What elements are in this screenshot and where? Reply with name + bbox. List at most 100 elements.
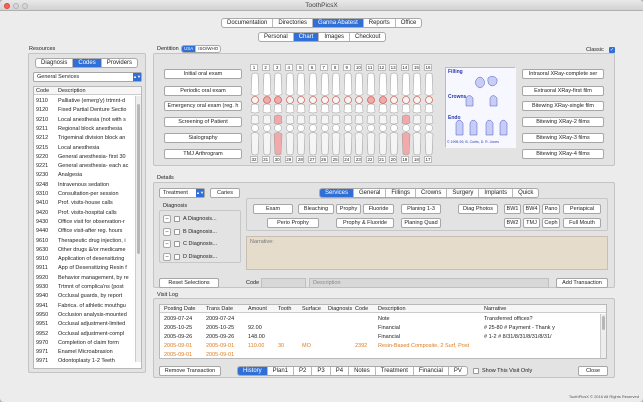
show-visit-only-checkbox[interactable]	[473, 368, 479, 374]
code-row[interactable]: 9310 Consultation-per session	[34, 190, 141, 198]
lower-tooth-26[interactable]	[320, 114, 330, 156]
exam-button[interactable]: Exam	[253, 204, 293, 214]
lower-tooth-24[interactable]	[343, 114, 353, 156]
code-row[interactable]: 9941 Fabrica. of athletic mouthgu	[34, 302, 141, 310]
bitewing-4-button[interactable]: Bitewing XRay-4 films	[522, 149, 604, 159]
code-row[interactable]: 9920 Behavior management, by re	[34, 274, 141, 282]
bw2-button[interactable]: BW2	[504, 218, 521, 228]
bitewing-single-button[interactable]: Bitewing XRay-single film	[522, 101, 604, 111]
ceph-button[interactable]: Ceph	[542, 218, 560, 228]
diagnosis-checkbox[interactable]	[174, 228, 180, 235]
tab-fillings[interactable]: Fillings	[386, 189, 417, 197]
code-row[interactable]: 9970 Completion of claim form	[34, 339, 141, 347]
detail-category-select[interactable]: Treatment ▲▼	[159, 188, 205, 198]
tab-checkout[interactable]: Checkout	[350, 33, 385, 41]
bitewing-2-button[interactable]: Bitewing XRay-2 films	[522, 117, 604, 127]
tab-diagnosis[interactable]: Diagnosis	[36, 59, 74, 67]
code-row[interactable]: 9971 Enamel Microabrasion	[34, 348, 141, 356]
code-row[interactable]: 9220 General anesthesia- first 30	[34, 153, 141, 161]
visit-log-column[interactable]: Code	[355, 305, 368, 313]
visit-log-column[interactable]: Description	[378, 305, 406, 313]
close-window-icon[interactable]	[4, 3, 10, 9]
emergency-oral-exam-button[interactable]: Emergency oral exam (reg. h	[164, 101, 242, 111]
code-row[interactable]: 9120 Fixed Partial Denture Sectio	[34, 106, 141, 114]
lower-tooth-30[interactable]	[273, 114, 283, 156]
upper-tooth-3[interactable]	[273, 72, 283, 114]
tab-history[interactable]: History	[238, 367, 268, 375]
code-row[interactable]: 9630 Other drugs &/or medicame	[34, 246, 141, 254]
code-row[interactable]: 9212 Trigeminal division block an	[34, 134, 141, 142]
visit-log-column[interactable]: Amount	[248, 305, 267, 313]
codes-list[interactable]: Code Description 9110 Palliative (emerg'y…	[33, 86, 142, 369]
lower-tooth-27[interactable]	[308, 114, 318, 156]
code-row[interactable]: 9610 Therapeutic drug injection, i	[34, 237, 141, 245]
tab-p4[interactable]: P4	[331, 367, 350, 375]
sialography-button[interactable]: Sialography	[164, 133, 242, 143]
diagnosis-minus-button[interactable]: –	[163, 240, 171, 248]
visit-log-column[interactable]: Surface	[302, 305, 321, 313]
tab-reports[interactable]: Reports	[364, 19, 396, 27]
narrative-field[interactable]: Narrative:	[246, 236, 608, 270]
code-row[interactable]: 9110 Palliative (emerg'y) trtmnt-d	[34, 97, 141, 105]
column-description[interactable]: Description	[58, 87, 86, 95]
tab-implants[interactable]: Implants	[479, 189, 514, 197]
tab-documentation[interactable]: Documentation	[222, 19, 274, 27]
fluoride-button[interactable]: Fluoride	[363, 204, 394, 214]
tmj-button[interactable]: TMJ	[523, 218, 540, 228]
code-row[interactable]: 9940 Occlusal guards, by report	[34, 292, 141, 300]
upper-tooth-6[interactable]	[308, 72, 318, 114]
tooth-chart[interactable]: 1 2 3 4 5 6 7 8 9 10 11 12 13 14 15 16 32 31 30 29 28 27 26 25 2…	[250, 64, 438, 164]
tab-notes[interactable]: Notes	[349, 367, 376, 375]
pano-button[interactable]: Pano	[542, 204, 560, 214]
tab-office[interactable]: Office	[396, 19, 422, 27]
code-row[interactable]: 9420 Prof. visits-hospital calls	[34, 209, 141, 217]
tab-treatment[interactable]: Treatment	[376, 367, 414, 375]
code-row[interactable]: 9930 Trtmnt of complica'ns (post	[34, 283, 141, 291]
upper-tooth-12[interactable]	[378, 72, 388, 114]
visit-log-column[interactable]: Posting Date	[164, 305, 196, 313]
periodic-oral-exam-button[interactable]: Periodic oral exam	[164, 86, 242, 96]
planing-quad-button[interactable]: Planing Quad	[401, 218, 441, 228]
visit-log-row[interactable]: 2005-09-01 2005-09-01 110.00 30 MO 2392 Resin-…	[160, 342, 600, 350]
tab-p3[interactable]: P3	[312, 367, 331, 375]
visit-log-row[interactable]: 2009-07-24 2009-07-24 Note Transferred offi…	[160, 315, 600, 323]
tab-quick[interactable]: Quick	[513, 189, 538, 197]
full-mouth-button[interactable]: Full Mouth	[563, 218, 601, 228]
lower-tooth-32[interactable]	[250, 114, 260, 156]
lower-tooth-20[interactable]	[389, 114, 399, 156]
tab-pv[interactable]: PV	[449, 367, 467, 375]
visit-log-column[interactable]: Diagnosis	[328, 305, 352, 313]
tab-chart[interactable]: Chart	[293, 33, 320, 41]
upper-tooth-5[interactable]	[296, 72, 306, 114]
classic-checkbox[interactable]: ✓	[609, 47, 615, 53]
remove-transaction-button[interactable]: Remove Transaction	[159, 366, 221, 376]
upper-tooth-10[interactable]	[354, 72, 364, 114]
visit-log-row[interactable]: 2005-09-01 2005-09-01	[160, 351, 600, 358]
periapical-button[interactable]: Periapical	[563, 204, 601, 214]
upper-tooth-1[interactable]	[250, 72, 260, 114]
code-row[interactable]: 9911 App of Desensitizing Resin f	[34, 264, 141, 272]
initial-oral-exam-button[interactable]: Initial oral exam	[164, 69, 242, 79]
tab-general[interactable]: General	[354, 189, 387, 197]
tab-patient[interactable]: Ganna Abatest	[313, 19, 364, 27]
diagnosis-checkbox[interactable]	[174, 241, 180, 247]
tab-services[interactable]: Services	[320, 189, 355, 197]
visit-log-column[interactable]: Narrative	[484, 305, 506, 313]
diagnosis-checkbox[interactable]	[174, 253, 180, 260]
codes-scrollbar[interactable]	[135, 96, 141, 362]
visit-log-table[interactable]: Posting Date Trans Date Amount Tooth Surface…	[159, 304, 607, 359]
visit-log-row[interactable]: 2005-10-25 2005-10-25 92.00 Financial # 25-8…	[160, 324, 600, 332]
bw1-button[interactable]: BW1	[504, 204, 521, 214]
tab-financial[interactable]: Financial	[414, 367, 449, 375]
tab-p2[interactable]: P2	[294, 367, 313, 375]
upper-tooth-15[interactable]	[412, 72, 422, 114]
caries-button[interactable]: Caries	[210, 188, 240, 198]
code-row[interactable]: 9910 Application of desensitizing	[34, 255, 141, 263]
upper-tooth-2[interactable]	[262, 72, 272, 114]
upper-tooth-8[interactable]	[331, 72, 341, 114]
visit-log-scroll-thumb[interactable]	[602, 316, 605, 330]
codes-scroll-thumb[interactable]	[137, 104, 140, 254]
tab-directories[interactable]: Directories	[273, 19, 314, 27]
diagnosis-minus-button[interactable]: –	[163, 227, 171, 236]
bw4-button[interactable]: BW4	[523, 204, 540, 214]
